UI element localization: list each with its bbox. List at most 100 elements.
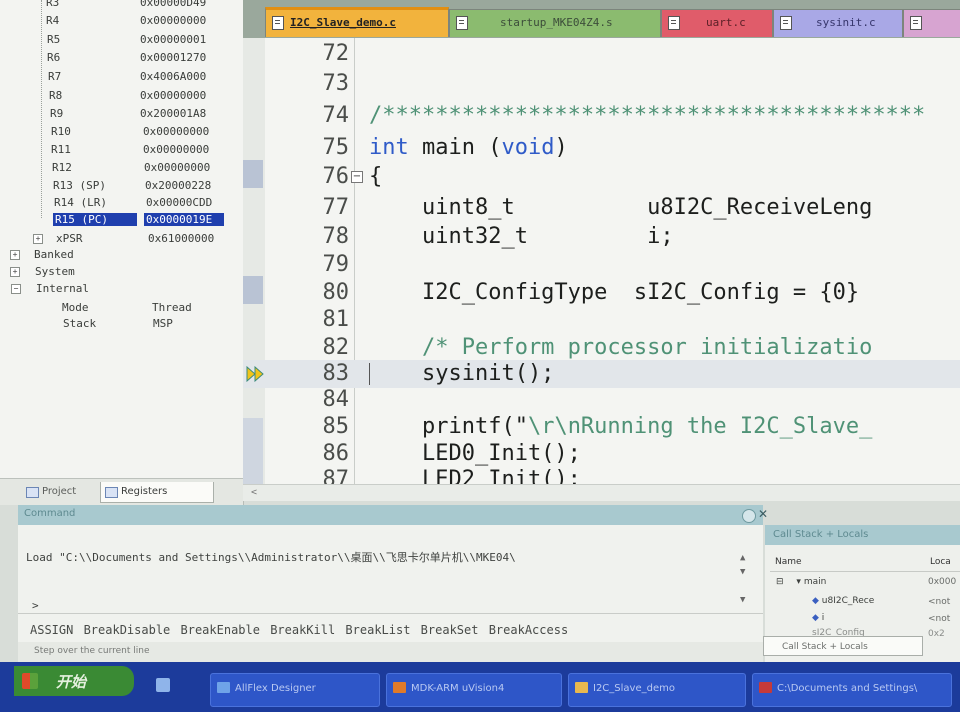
code-fragment: main ( <box>408 135 502 160</box>
close-icon[interactable]: ✕ <box>758 507 768 521</box>
tab-call-stack-locals[interactable]: Call Stack + Locals <box>763 636 923 656</box>
expand-icon[interactable]: + <box>33 234 43 244</box>
divider <box>770 571 960 572</box>
group-label: Internal <box>36 282 89 295</box>
call-stack-title: Call Stack + Locals <box>773 529 869 540</box>
code-text: uint8_t u8I2C_ReceiveLeng <box>369 195 873 220</box>
register-value: 0x61000000 <box>148 232 215 245</box>
taskbar-item-label: C:\Documents and Settings\ <box>777 683 918 694</box>
tab-uart[interactable]: uart.c <box>661 9 773 37</box>
code-line: 75 int main (void) <box>243 134 960 162</box>
registers-bottom-tabs: Project Registers <box>0 478 243 505</box>
line-number: 80 <box>322 280 350 305</box>
tab-label: Registers <box>121 486 168 497</box>
register-row-r12[interactable]: R12 0x00000000 <box>0 160 243 177</box>
register-row-r13-sp[interactable]: R13 (SP) 0x20000228 <box>0 178 243 195</box>
group-internal[interactable]: − Internal <box>0 281 243 298</box>
collapse-icon[interactable]: ⊟ <box>776 577 784 587</box>
code-line: 84 <box>243 386 960 414</box>
register-value: MSP <box>153 317 173 330</box>
taskbar-item[interactable]: MDK-ARM uVision4 <box>386 673 562 707</box>
editor-horizontal-scrollbar[interactable]: < <box>243 484 960 501</box>
tree-row-local[interactable]: ◆ u8I2C_Rece <box>812 596 874 606</box>
scroll-down-icon[interactable]: ▼ <box>740 595 745 605</box>
register-row-xpsr[interactable]: + xPSR 0x61000000 <box>0 231 243 248</box>
command-output: Load "C:\\Documents and Settings\\Admini… <box>26 551 516 564</box>
taskbar-item[interactable]: I2C_Slave_demo <box>568 673 746 707</box>
register-name: R8 <box>49 89 63 102</box>
register-name: R12 <box>52 161 72 174</box>
register-row-r4[interactable]: R4 0x00000000 <box>0 13 243 30</box>
status-bar: Step over the current line <box>18 642 763 662</box>
command-prompt[interactable]: > <box>32 599 39 612</box>
comment-text: /* Perform processor initializatio <box>369 335 873 360</box>
group-banked[interactable]: + Banked <box>0 247 243 264</box>
register-value: 0x00000CDD <box>146 196 213 209</box>
internal-row-mode[interactable]: Mode Thread <box>0 300 243 317</box>
group-label: Banked <box>34 248 74 261</box>
expand-icon[interactable]: + <box>10 250 20 260</box>
line-number: 76 <box>322 164 350 189</box>
register-row-r15-pc[interactable]: R15 (PC) 0x0000019E <box>0 212 243 229</box>
register-row-r11[interactable]: R11 0x00000000 <box>0 142 243 159</box>
group-system[interactable]: + System <box>0 264 243 281</box>
collapse-icon[interactable]: − <box>11 284 21 294</box>
file-icon <box>668 16 680 30</box>
register-row-r7[interactable]: R7 0x4006A000 <box>0 69 243 86</box>
project-icon <box>26 487 39 498</box>
column-header-name[interactable]: Name <box>775 557 802 567</box>
quick-launch-icon[interactable] <box>156 678 170 692</box>
code-line: 82 /* Perform processor initializatio <box>243 334 960 362</box>
register-name: R14 (LR) <box>54 196 107 209</box>
tab-registers[interactable]: Registers <box>100 482 214 503</box>
tab-i2c-slave-demo[interactable]: I2C_Slave_demo.c <box>265 7 449 37</box>
expand-icon[interactable]: + <box>10 267 20 277</box>
tree-row-local[interactable]: ◆ i <box>812 613 824 623</box>
tab-label: uart.c <box>706 16 746 29</box>
tab-label: Call Stack + Locals <box>782 642 868 652</box>
internal-row-stack[interactable]: Stack MSP <box>0 316 243 333</box>
register-row-r5[interactable]: R5 0x00000001 <box>0 32 243 49</box>
scroll-left-icon[interactable]: < <box>251 487 257 498</box>
location-value: 0x2 <box>928 629 945 639</box>
call-stack-item: main <box>803 577 827 587</box>
command-window-title: Command <box>24 508 76 519</box>
register-row-r3[interactable]: R3 0x00000D49 <box>0 0 243 12</box>
column-header-location[interactable]: Loca <box>930 557 951 567</box>
register-value: 0x00000D49 <box>140 0 207 9</box>
variable-icon: ◆ <box>812 596 819 606</box>
code-editor[interactable]: 72 73 74 /******************************… <box>243 38 960 500</box>
command-window: Load "C:\\Documents and Settings\\Admini… <box>18 525 763 660</box>
call-stack-titlebar: Call Stack + Locals <box>765 525 960 545</box>
local-variable: u8I2C_Rece <box>821 596 875 606</box>
location-value: <not <box>928 597 951 607</box>
register-name: R7 <box>48 70 62 83</box>
tab-startup[interactable]: startup_MKE04Z4.s <box>449 9 661 37</box>
tab-label: sysinit.c <box>816 16 876 29</box>
tree-row-main[interactable]: ⊟ ▾ main <box>776 577 826 587</box>
code-text: uint32_t i; <box>369 224 674 249</box>
app-icon <box>759 682 772 693</box>
register-row-r6[interactable]: R6 0x00001270 <box>0 50 243 67</box>
tab-more[interactable] <box>903 9 960 37</box>
register-row-r9[interactable]: R9 0x200001A8 <box>0 106 243 123</box>
fold-collapse-icon[interactable]: − <box>351 171 363 183</box>
register-row-r10[interactable]: R10 0x00000000 <box>0 124 243 141</box>
scroll-up-icon[interactable]: ▲ <box>740 553 745 563</box>
register-value: 0x00001270 <box>140 51 207 64</box>
pin-icon[interactable] <box>742 509 756 523</box>
code-line: 85 printf("\r\nRunning the I2C_Slave_ <box>243 413 960 441</box>
taskbar-item[interactable]: C:\Documents and Settings\ <box>752 673 952 707</box>
local-variable: i <box>821 613 825 623</box>
taskbar-item[interactable]: AllFlex Designer <box>210 673 380 707</box>
register-row-r14-lr[interactable]: R14 (LR) 0x00000CDD <box>0 195 243 212</box>
register-row-r8[interactable]: R8 0x00000000 <box>0 88 243 105</box>
line-number: 72 <box>322 41 350 66</box>
file-icon <box>780 16 792 30</box>
tab-sysinit[interactable]: sysinit.c <box>773 9 903 37</box>
taskbar-item-label: AllFlex Designer <box>235 683 316 694</box>
registers-panel: R3 0x00000D49 R4 0x00000000 R5 0x0000000… <box>0 0 244 505</box>
register-name: R9 <box>50 107 64 120</box>
scroll-down-icon[interactable]: ▼ <box>740 567 745 577</box>
register-value: Thread <box>152 301 192 314</box>
